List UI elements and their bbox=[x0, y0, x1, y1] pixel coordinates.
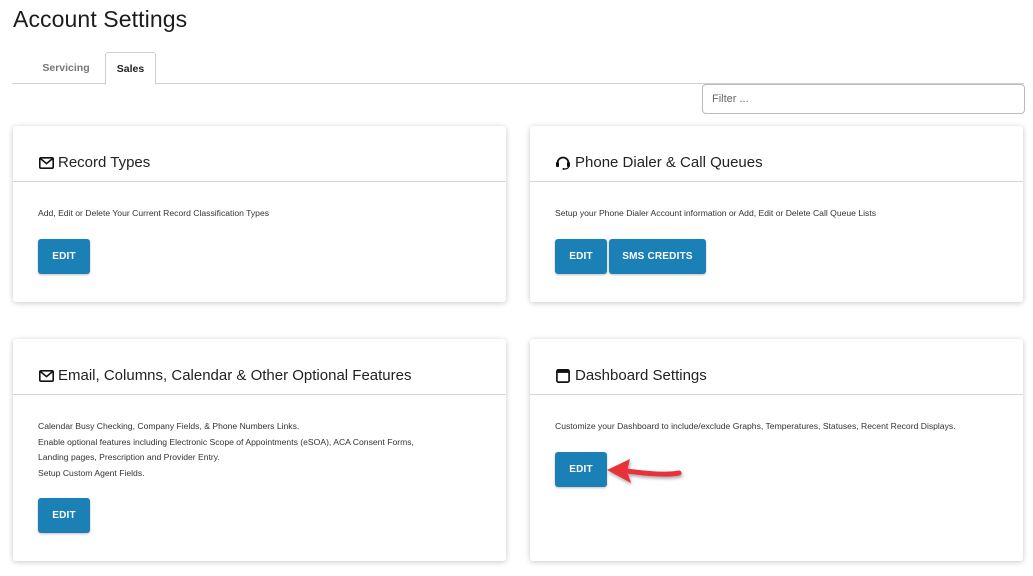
phone-dialer-edit-button[interactable]: EDIT bbox=[555, 239, 607, 274]
filter-input[interactable] bbox=[702, 84, 1025, 114]
card-title: Phone Dialer & Call Queues bbox=[575, 154, 763, 171]
card-header: Phone Dialer & Call Queues bbox=[530, 126, 1023, 182]
card-description: Setup your Phone Dialer Account informat… bbox=[555, 208, 877, 218]
page-title: Account Settings bbox=[13, 6, 188, 32]
record-types-card: Record Types Add, Edit or Delete Your Cu… bbox=[13, 126, 506, 302]
dashboard-settings-card: Dashboard Settings Customize your Dashbo… bbox=[530, 339, 1023, 561]
envelope-icon bbox=[38, 155, 54, 171]
card-title: Record Types bbox=[58, 154, 151, 171]
red-arrow-icon bbox=[607, 459, 682, 483]
phone-dialer-card: Phone Dialer & Call Queues Setup your Ph… bbox=[530, 126, 1023, 302]
tab-sales[interactable]: Sales bbox=[105, 52, 156, 85]
window-icon bbox=[555, 368, 571, 384]
card-title: Email, Columns, Calendar & Other Optiona… bbox=[58, 367, 412, 384]
dashboard-settings-edit-button[interactable]: EDIT bbox=[555, 452, 607, 487]
tab-servicing[interactable]: Servicing bbox=[26, 52, 106, 84]
envelope-icon bbox=[38, 368, 54, 384]
record-types-edit-button[interactable]: EDIT bbox=[38, 239, 90, 274]
card-description: Calendar Busy Checking, Company Fields, … bbox=[38, 421, 414, 478]
card-header: Record Types bbox=[13, 126, 506, 182]
optional-features-edit-button[interactable]: EDIT bbox=[38, 498, 90, 533]
card-title: Dashboard Settings bbox=[575, 367, 707, 384]
tab-bar: Servicing Sales bbox=[12, 52, 1024, 85]
card-description: Customize your Dashboard to include/excl… bbox=[555, 421, 956, 431]
card-description: Add, Edit or Delete Your Current Record … bbox=[38, 208, 270, 218]
optional-features-card: Email, Columns, Calendar & Other Optiona… bbox=[13, 339, 506, 561]
headset-icon bbox=[555, 155, 571, 171]
card-header: Dashboard Settings bbox=[530, 339, 1023, 395]
card-header: Email, Columns, Calendar & Other Optiona… bbox=[13, 339, 506, 395]
sms-credits-button[interactable]: SMS CREDITS bbox=[609, 239, 706, 274]
